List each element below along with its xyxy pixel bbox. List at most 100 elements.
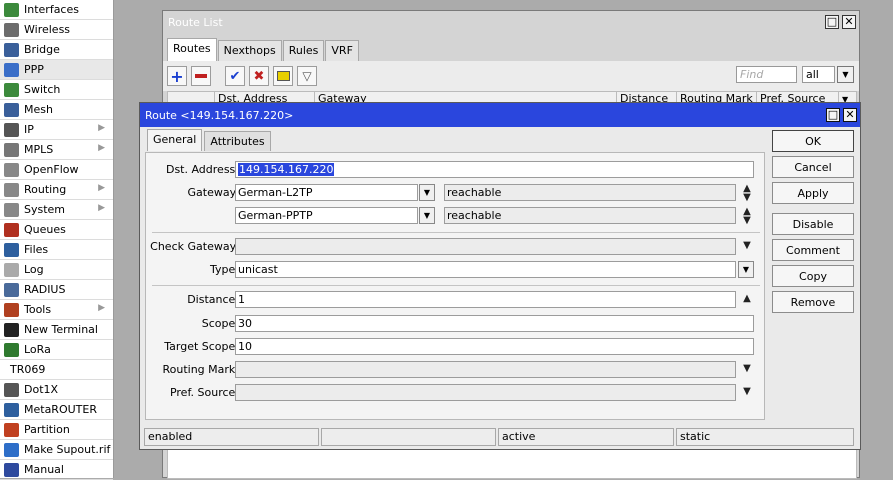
close-button[interactable]: ✕ [842, 15, 856, 29]
radius-icon [4, 282, 19, 297]
route-dialog-titlebar[interactable]: Route <149.154.167.220> □ ✕ [140, 103, 860, 127]
scope-field[interactable]: 30 [235, 315, 754, 332]
remove-button[interactable] [191, 66, 211, 86]
gateway-updown-1[interactable]: ▲ ▼ [741, 184, 753, 203]
sidebar-item-bridge[interactable]: Bridge [0, 40, 113, 60]
sidebar-item-ip[interactable]: IP ▶ [0, 120, 113, 140]
gateway-updown-2[interactable]: ▲ ▼ [741, 207, 753, 226]
check-icon: ✔ [229, 68, 241, 84]
filter-select[interactable]: all [802, 66, 835, 83]
log-icon [4, 262, 19, 277]
system-icon [4, 202, 19, 217]
sidebar-item-routing[interactable]: Routing ▶ [0, 180, 113, 200]
filter-dropdown-button[interactable]: ▼ [837, 66, 854, 83]
copy-button[interactable]: Copy [772, 265, 854, 287]
queues-icon [4, 222, 19, 237]
comment-icon [276, 71, 290, 81]
tab-attributes[interactable]: Attributes [204, 131, 271, 151]
status-blank [321, 428, 496, 446]
sidebar-item-label: Dot1X [24, 383, 59, 396]
main-menu: Interfaces Wireless Bridge PPP Switch Mesh IP ▶… [0, 0, 114, 480]
distance-label: Distance: [187, 293, 239, 306]
target-scope-row: Target Scope: 10 [146, 338, 766, 356]
gateway-field-1[interactable]: German-L2TP [235, 184, 418, 201]
tab-nexthops[interactable]: Nexthops [217, 40, 282, 61]
tab-general[interactable]: General [147, 129, 203, 151]
sidebar-item-label: Files [24, 243, 49, 256]
sidebar-item-log[interactable]: Log [0, 260, 113, 280]
cancel-button[interactable]: Cancel [772, 156, 854, 178]
sidebar-item-label: OpenFlow [24, 163, 79, 176]
target-scope-field[interactable]: 10 [235, 338, 754, 355]
sidebar-item-dot1x[interactable]: Dot1X [0, 380, 113, 400]
routing-mark-field[interactable] [235, 361, 736, 378]
sidebar-item-label: System [24, 203, 66, 216]
sidebar-item-interfaces[interactable]: Interfaces [0, 0, 113, 20]
tab-rules[interactable]: Rules [282, 40, 325, 61]
sidebar-item-partition[interactable]: Partition [0, 420, 113, 440]
check-gateway-field[interactable] [235, 238, 736, 255]
sidebar-item-queues[interactable]: Queues [0, 220, 113, 240]
disable-button[interactable]: Disable [772, 213, 854, 235]
sidebar-item-system[interactable]: System ▶ [0, 200, 113, 220]
sidebar-item-label: Queues [24, 223, 66, 236]
pref-source-dropdown[interactable]: ▼ [741, 386, 753, 397]
tab-vrf[interactable]: VRF [325, 40, 359, 61]
sidebar-item-mesh[interactable]: Mesh [0, 100, 113, 120]
ok-button[interactable]: OK [772, 130, 854, 152]
add-button[interactable]: + [167, 66, 187, 86]
funnel-icon: ▽ [302, 69, 312, 83]
sidebar-item-lora[interactable]: LoRa [0, 340, 113, 360]
openflow-icon [4, 162, 19, 177]
gateway-dropdown-2[interactable]: ▼ [419, 207, 435, 224]
sidebar-item-manual[interactable]: Manual [0, 460, 113, 480]
routing-mark-dropdown[interactable]: ▼ [741, 363, 753, 374]
chevron-down-icon: ▼ [742, 265, 750, 274]
filter-button[interactable]: ▽ [297, 66, 317, 86]
check-gateway-dropdown[interactable]: ▼ [741, 240, 753, 251]
sidebar-item-new-terminal[interactable]: New Terminal [0, 320, 113, 340]
apply-button[interactable]: Apply [772, 182, 854, 204]
maximize-button[interactable]: □ [826, 108, 840, 122]
distance-collapse[interactable]: ▲ [741, 293, 753, 304]
close-button[interactable]: ✕ [843, 108, 857, 122]
scope-row: Scope: 30 [146, 315, 766, 333]
sidebar-item-make-supout-rif[interactable]: Make Supout.rif [0, 440, 113, 460]
comment-button[interactable]: Comment [772, 239, 854, 261]
submenu-arrow-icon: ▶ [98, 183, 105, 193]
minus-icon [195, 74, 207, 78]
sidebar-item-label: PPP [24, 63, 44, 76]
sidebar-item-switch[interactable]: Switch [0, 80, 113, 100]
sidebar-item-radius[interactable]: RADIUS [0, 280, 113, 300]
enable-button[interactable]: ✔ [225, 66, 245, 86]
type-field[interactable]: unicast [235, 261, 736, 278]
routing-mark-label: Routing Mark: [162, 363, 239, 376]
sidebar-item-tools[interactable]: Tools ▶ [0, 300, 113, 320]
type-dropdown[interactable]: ▼ [738, 261, 754, 278]
sidebar-item-metarouter[interactable]: MetaROUTER [0, 400, 113, 420]
tab-routes[interactable]: Routes [167, 38, 217, 61]
find-input[interactable]: Find [736, 66, 797, 83]
sidebar-item-wireless[interactable]: Wireless [0, 20, 113, 40]
pref-source-row: Pref. Source: ▼ [146, 384, 766, 402]
sidebar-item-ppp[interactable]: PPP [0, 60, 113, 80]
maximize-button[interactable]: □ [825, 15, 839, 29]
remove-button[interactable]: Remove [772, 291, 854, 313]
route-list-titlebar[interactable]: Route List □ ✕ [163, 11, 859, 33]
sidebar-item-tr069[interactable]: TR069 [0, 360, 113, 380]
blank-icon [4, 363, 6, 377]
dst-address-field[interactable]: 149.154.167.220 [235, 161, 754, 178]
disable-button[interactable]: ✖ [249, 66, 269, 86]
ip-icon [4, 122, 19, 137]
submenu-arrow-icon: ▶ [98, 303, 105, 313]
distance-field[interactable]: 1 [235, 291, 736, 308]
pref-source-field[interactable] [235, 384, 736, 401]
sidebar-item-label: MetaROUTER [24, 403, 97, 416]
comment-button[interactable] [273, 66, 293, 86]
gateway-dropdown-1[interactable]: ▼ [419, 184, 435, 201]
sidebar-item-openflow[interactable]: OpenFlow [0, 160, 113, 180]
gateway-label: Gateway: [187, 186, 240, 199]
sidebar-item-files[interactable]: Files [0, 240, 113, 260]
gateway-field-2[interactable]: German-PPTP [235, 207, 418, 224]
sidebar-item-mpls[interactable]: MPLS ▶ [0, 140, 113, 160]
